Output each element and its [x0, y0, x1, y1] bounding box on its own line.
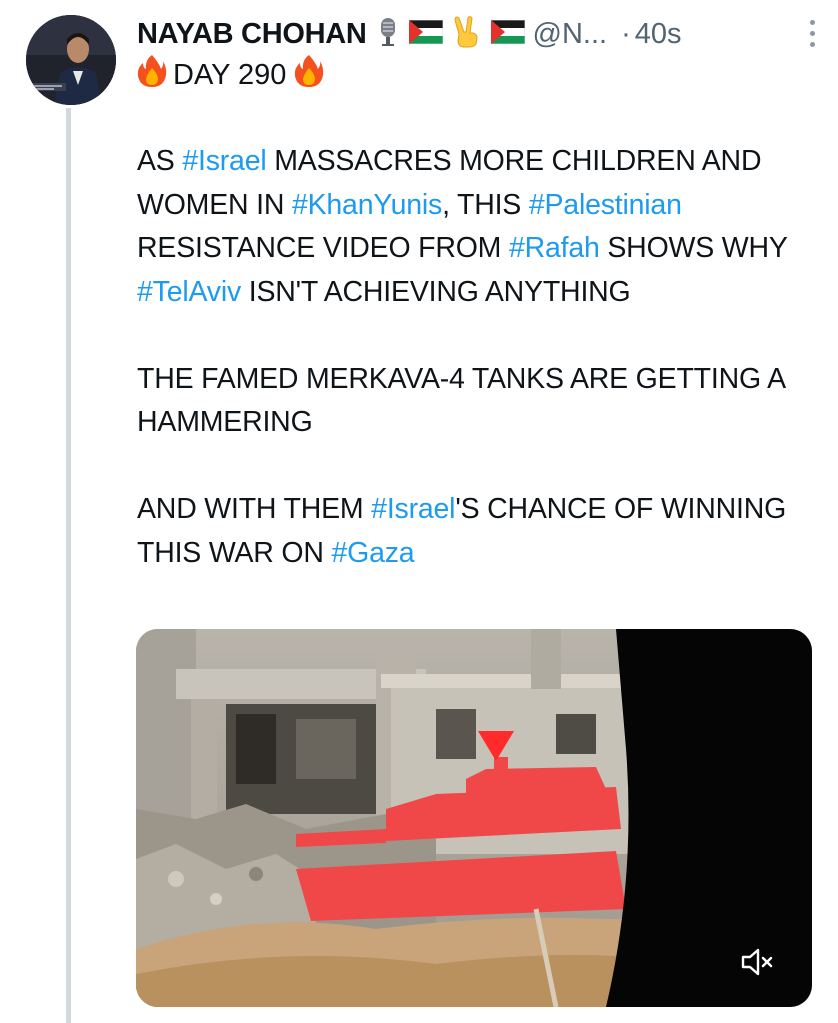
post-text: AS #Israel MASSACRES MORE CHILDREN AND W… — [137, 140, 817, 619]
author-handle[interactable]: @N... — [533, 18, 608, 51]
microphone-icon — [377, 17, 399, 52]
post-text-segment: ISN'T ACHIEVING ANYTHING — [241, 275, 631, 308]
day-line: DAY 290 — [137, 55, 324, 95]
hashtag-link[interactable]: #KhanYunis — [292, 189, 442, 221]
day-text: DAY 290 — [173, 58, 287, 91]
post-paragraph: AS #Israel MASSACRES MORE CHILDREN AND W… — [137, 140, 817, 314]
hashtag-link[interactable]: #Israel — [371, 493, 455, 525]
post-paragraph: THE FAMED MERKAVA-4 TANKS ARE GETTING A … — [137, 358, 817, 445]
thread-line — [66, 108, 71, 1023]
separator-dot: · — [621, 17, 631, 50]
post-text-segment: THE FAMED MERKAVA-4 TANKS ARE GETTING A … — [137, 362, 785, 439]
victory-hand-icon — [453, 15, 481, 53]
hashtag-link[interactable]: #Rafah — [509, 232, 600, 264]
avatar-image — [26, 15, 116, 105]
more-options-icon[interactable] — [808, 20, 816, 48]
post-text-segment: RESISTANCE VIDEO FROM — [137, 232, 509, 264]
fire-icon — [137, 54, 167, 96]
palestine-flag-icon — [408, 19, 443, 49]
post-paragraph: AND WITH THEM #Israel'S CHANCE OF WINNIN… — [137, 488, 817, 575]
fire-icon — [294, 54, 324, 96]
muted-speaker-icon[interactable] — [740, 947, 776, 977]
post-text-segment: AND WITH THEM — [137, 493, 372, 525]
author-name[interactable]: NAYAB CHOHAN — [137, 18, 367, 51]
post-text-segment: , THIS — [442, 188, 529, 221]
post-text-segment: SHOWS WHY — [599, 232, 788, 264]
post-text-segment: AS — [137, 145, 183, 177]
post-header: NAYAB CHOHAN @N... · 40s — [137, 14, 818, 54]
video-player[interactable] — [136, 629, 812, 1007]
hashtag-link[interactable]: #Israel — [182, 145, 266, 177]
palestine-flag-icon — [490, 19, 525, 49]
video-frame — [136, 629, 812, 1007]
hashtag-link[interactable]: #Gaza — [331, 537, 414, 569]
hashtag-link[interactable]: #Palestinian — [529, 189, 682, 221]
post-time[interactable]: 40s — [635, 18, 682, 51]
hashtag-link[interactable]: #TelAviv — [137, 276, 241, 308]
avatar[interactable] — [26, 15, 116, 105]
